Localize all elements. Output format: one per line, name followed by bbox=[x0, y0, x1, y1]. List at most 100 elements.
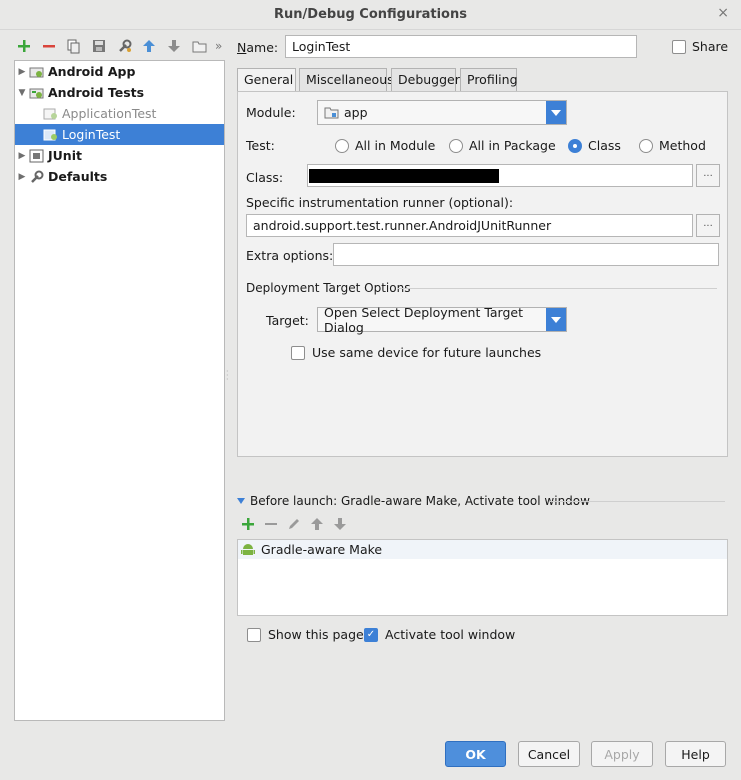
tree-item-login-test[interactable]: LoginTest bbox=[15, 124, 224, 145]
save-icon[interactable] bbox=[90, 37, 108, 55]
before-launch-toolbar bbox=[241, 517, 347, 531]
test-label: Test: bbox=[246, 138, 275, 153]
help-button[interactable]: Help bbox=[665, 741, 726, 767]
android-icon bbox=[241, 543, 255, 557]
tab-profiling[interactable]: Profiling bbox=[460, 68, 518, 91]
radio-label: All in Module bbox=[355, 138, 436, 153]
same-device-checkbox[interactable]: Use same device for future launches bbox=[291, 345, 541, 360]
overflow-icon[interactable]: » bbox=[215, 39, 222, 53]
radio-button[interactable] bbox=[568, 138, 582, 153]
radio-label: Class bbox=[588, 138, 621, 153]
radio-class[interactable]: Class bbox=[568, 138, 621, 153]
module-combo[interactable]: app bbox=[317, 100, 567, 125]
android-tests-icon bbox=[29, 86, 45, 100]
add-icon[interactable] bbox=[241, 517, 255, 531]
tree-item-label: LoginTest bbox=[62, 127, 121, 142]
module-label: Module: bbox=[246, 105, 296, 120]
tree-item-defaults[interactable]: ▶ Defaults bbox=[15, 166, 224, 187]
before-launch-separator bbox=[550, 501, 725, 502]
extra-options-input[interactable] bbox=[333, 243, 719, 266]
radio-button[interactable] bbox=[449, 138, 463, 153]
radio-all-in-module[interactable]: All in Module bbox=[335, 138, 435, 153]
class-input[interactable] bbox=[307, 164, 693, 187]
redacted-block bbox=[309, 169, 499, 183]
wrench-icon[interactable] bbox=[115, 37, 133, 55]
tab-debugger[interactable]: Debugger bbox=[391, 68, 460, 91]
move-up-icon[interactable] bbox=[140, 37, 158, 55]
activate-tool-label: Activate tool window bbox=[385, 627, 516, 642]
deployment-separator bbox=[397, 288, 717, 289]
cancel-button[interactable]: Cancel bbox=[518, 741, 580, 767]
show-page-checkbox[interactable]: Show this page bbox=[247, 627, 364, 642]
chevron-down-icon[interactable] bbox=[546, 101, 566, 124]
move-down-icon[interactable] bbox=[165, 37, 183, 55]
radio-all-in-package[interactable]: All in Package bbox=[449, 138, 556, 153]
folder-icon[interactable] bbox=[190, 37, 208, 55]
show-page-check-box[interactable] bbox=[247, 627, 261, 642]
radio-button[interactable] bbox=[335, 138, 349, 153]
remove-icon[interactable] bbox=[264, 517, 278, 531]
before-launch-header[interactable]: Before launch: Gradle-aware Make, Activa… bbox=[237, 494, 590, 508]
collapse-triangle-icon[interactable] bbox=[237, 498, 245, 504]
before-launch-list[interactable]: Gradle-aware Make bbox=[237, 539, 728, 616]
activate-tool-check-box[interactable]: ✓ bbox=[364, 627, 378, 642]
collapse-arrow-icon[interactable]: ▼ bbox=[15, 88, 29, 98]
show-page-label: Show this page bbox=[268, 627, 364, 642]
tab-general[interactable]: General bbox=[237, 68, 296, 92]
folder-icon bbox=[324, 106, 339, 119]
tree-item-application-test[interactable]: ApplicationTest bbox=[15, 103, 224, 124]
tree-item-label: Android App bbox=[48, 64, 136, 79]
test-config-icon bbox=[43, 107, 59, 121]
radio-label: Method bbox=[659, 138, 706, 153]
move-up-icon[interactable] bbox=[310, 517, 324, 531]
target-combo[interactable]: Open Select Deployment Target Dialog bbox=[317, 304, 567, 335]
runner-label: Specific instrumentation runner (optiona… bbox=[246, 195, 514, 210]
class-browse-button[interactable]: ... bbox=[696, 164, 720, 187]
tree-item-junit[interactable]: ▶ JUnit bbox=[15, 145, 224, 166]
tree-item-label: Android Tests bbox=[48, 85, 145, 100]
tree-item-label: ApplicationTest bbox=[62, 106, 157, 121]
extra-options-label: Extra options: bbox=[246, 248, 334, 263]
test-config-icon bbox=[43, 128, 59, 142]
remove-icon[interactable] bbox=[40, 37, 58, 55]
config-tree[interactable]: ▶ Android App ▼ Android Tests Applicatio… bbox=[14, 60, 225, 721]
expand-arrow-icon[interactable]: ▶ bbox=[15, 151, 29, 161]
runner-input[interactable]: android.support.test.runner.AndroidJUnit… bbox=[246, 214, 693, 237]
tree-item-android-tests[interactable]: ▼ Android Tests bbox=[15, 82, 224, 103]
list-item[interactable]: Gradle-aware Make bbox=[238, 540, 727, 559]
class-label: Class: bbox=[246, 170, 284, 185]
target-label: Target: bbox=[266, 313, 309, 328]
expand-arrow-icon[interactable]: ▶ bbox=[15, 172, 29, 182]
general-panel: Module: app Test: All in Module All in P… bbox=[237, 91, 728, 457]
move-down-icon[interactable] bbox=[333, 517, 347, 531]
tab-miscellaneous[interactable]: Miscellaneous bbox=[299, 68, 394, 91]
add-icon[interactable] bbox=[15, 37, 33, 55]
runner-browse-button[interactable]: ... bbox=[696, 214, 720, 237]
radio-label: All in Package bbox=[469, 138, 556, 153]
edit-icon[interactable] bbox=[287, 517, 301, 531]
tree-item-label: Defaults bbox=[48, 169, 108, 184]
share-checkbox[interactable]: Share bbox=[672, 39, 728, 54]
apply-button[interactable]: Apply bbox=[591, 741, 653, 767]
tree-item-android-app[interactable]: ▶ Android App bbox=[15, 61, 224, 82]
share-check-box[interactable] bbox=[672, 39, 686, 54]
before-launch-title: Before launch: Gradle-aware Make, Activa… bbox=[250, 494, 590, 508]
junit-icon bbox=[29, 149, 45, 163]
deployment-header: Deployment Target Options bbox=[246, 281, 411, 295]
radio-method[interactable]: Method bbox=[639, 138, 706, 153]
same-device-check-box[interactable] bbox=[291, 345, 305, 360]
ok-button[interactable]: OK bbox=[445, 741, 506, 767]
activate-tool-checkbox[interactable]: ✓ Activate tool window bbox=[364, 627, 515, 642]
wrench-icon bbox=[29, 170, 45, 184]
target-value: Open Select Deployment Target Dialog bbox=[324, 304, 523, 335]
chevron-down-icon[interactable] bbox=[546, 308, 566, 331]
window-title: Run/Debug Configurations bbox=[274, 7, 467, 22]
radio-button[interactable] bbox=[639, 138, 653, 153]
expand-arrow-icon[interactable]: ▶ bbox=[15, 67, 29, 77]
same-device-label: Use same device for future launches bbox=[312, 345, 542, 360]
copy-icon[interactable] bbox=[65, 37, 83, 55]
splitter-handle[interactable]: · · · bbox=[226, 368, 230, 384]
name-input[interactable]: LoginTest bbox=[285, 35, 637, 58]
config-toolbar: » bbox=[15, 37, 222, 55]
close-icon[interactable]: × bbox=[717, 5, 729, 21]
